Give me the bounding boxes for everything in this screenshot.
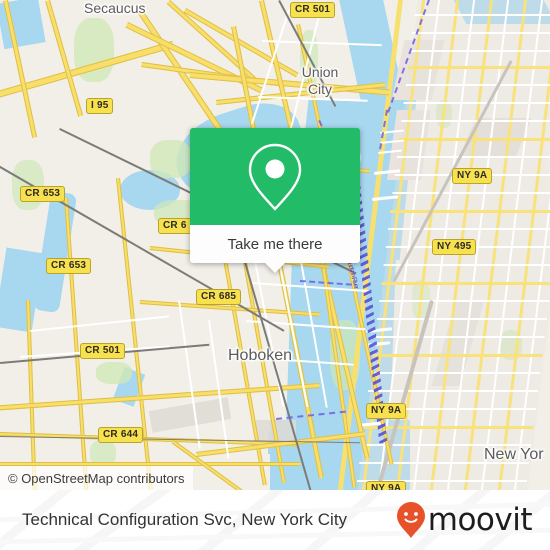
footer-bar: Technical Configuration Svc, New York Ci… bbox=[0, 490, 550, 550]
place-label-new-york: New Yor bbox=[484, 446, 544, 463]
road-shield-cr501-north: CR 501 bbox=[290, 2, 336, 18]
park-area bbox=[12, 160, 44, 210]
road-shield-cr501-south: CR 501 bbox=[80, 343, 126, 359]
place-label-hoboken: Hoboken bbox=[228, 347, 293, 364]
place-label-secaucus: Secaucus bbox=[84, 0, 146, 16]
location-callout-card[interactable]: Take me there bbox=[190, 128, 360, 273]
osm-attribution-text: © OpenStreetMap contributors bbox=[8, 470, 185, 486]
park-area bbox=[96, 362, 132, 384]
moovit-wordmark: moovit bbox=[427, 501, 533, 538]
road-shield-cr653-b: CR 653 bbox=[46, 258, 92, 274]
place-label-union-city-line1: Union bbox=[301, 64, 339, 80]
place-label-union-city: Union City bbox=[292, 64, 348, 98]
callout-header bbox=[190, 128, 360, 225]
moovit-pin-smiley-icon bbox=[396, 502, 425, 538]
road-shield-cr653-a: CR 653 bbox=[20, 186, 66, 202]
road-shield-cr685: CR 685 bbox=[196, 289, 242, 305]
osm-attribution[interactable]: © OpenStreetMap contributors bbox=[0, 466, 193, 490]
road-shield-ny495: NY 495 bbox=[432, 239, 477, 255]
road-shield-ny9a-mid: NY 9A bbox=[366, 403, 407, 419]
road-shield-ny9a-north: NY 9A bbox=[452, 168, 493, 184]
location-title: Technical Configuration Svc, New York Ci… bbox=[22, 510, 348, 529]
road-shield-cr6: CR 6 bbox=[158, 218, 192, 234]
road-shield-i95: I 95 bbox=[86, 98, 114, 114]
take-me-there-label: Take me there bbox=[227, 235, 323, 253]
place-label-union-city-line2: City bbox=[307, 81, 333, 97]
take-me-there-button[interactable]: Take me there bbox=[190, 225, 360, 263]
road-shield-cr644: CR 644 bbox=[98, 427, 144, 443]
map-pin-icon bbox=[248, 143, 302, 211]
park-area bbox=[150, 140, 192, 178]
callout-pointer-tail bbox=[265, 263, 285, 273]
road-shield-ny9a-south: NY 9A bbox=[366, 481, 407, 490]
map-canvas[interactable]: Hudson River Secaucus Union City n Hobok… bbox=[0, 0, 550, 490]
moovit-logo[interactable]: moovit bbox=[396, 501, 533, 539]
